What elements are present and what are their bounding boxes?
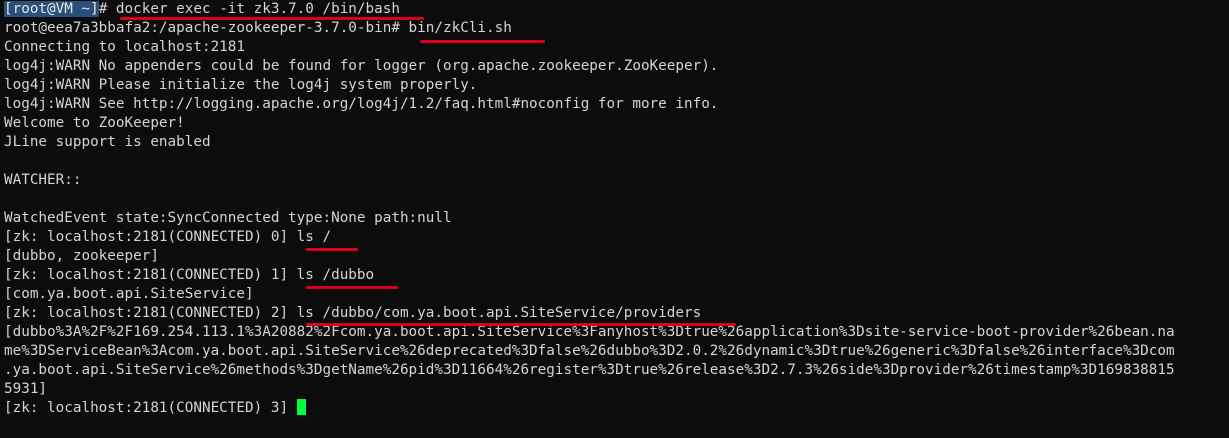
terminal-line-output: 5931] [4,381,48,397]
annotation-underline-ls-providers [306,323,736,326]
terminal-line-watcher: WATCHER:: [4,172,82,188]
terminal-line-output: me%3DServiceBean%3Acom.ya.boot.api.SiteS… [4,343,1175,359]
docker-exec-command: # docker exec -it zk3.7.0 /bin/bash [98,1,400,17]
annotation-underline-ls-dubbo [306,286,398,289]
terminal-line-zk-command: [zk: localhost:2181(CONNECTED) 1] ls /du… [4,267,375,283]
terminal-line-output: [com.ya.boot.api.SiteService] [4,286,254,302]
terminal-line-connecting: Connecting to localhost:2181 [4,39,246,55]
terminal-line-zk-command: [zk: localhost:2181(CONNECTED) 2] ls /du… [4,305,702,321]
terminal-line-jline: JLine support is enabled [4,134,211,150]
terminal-line-welcome: Welcome to ZooKeeper! [4,115,185,131]
annotation-underline-docker-command [120,17,424,20]
terminal-line-log4j-warn-2: log4j:WARN Please initialize the log4j s… [4,77,478,93]
host-prompt-label: [root@VM ~] [4,1,99,17]
annotation-underline-zkcli [420,40,545,43]
terminal-line-watched-event: WatchedEvent state:SyncConnected type:No… [4,210,452,226]
terminal-line-output: [dubbo, zookeeper] [4,248,159,264]
current-prompt-label: [zk: localhost:2181(CONNECTED) 3] [4,400,297,416]
terminal-line-output: .ya.boot.api.SiteService%26methods%3Dget… [4,362,1175,378]
terminal-line-zk-command: [zk: localhost:2181(CONNECTED) 0] ls / [4,229,332,245]
terminal-line-log4j-warn-3: log4j:WARN See http://logging.apache.org… [4,96,719,112]
terminal-window[interactable]: [root@VM ~]# docker exec -it zk3.7.0 /bi… [0,0,1229,438]
terminal-line-container-prompt: root@eea7a3bbafa2:/apache-zookeeper-3.7.… [4,20,512,36]
terminal-line-current-prompt[interactable]: [zk: localhost:2181(CONNECTED) 3] [4,399,1229,418]
annotation-underline-ls-root [306,248,358,251]
text-cursor [296,399,306,415]
terminal-line-log4j-warn-1: log4j:WARN No appenders could be found f… [4,58,719,74]
